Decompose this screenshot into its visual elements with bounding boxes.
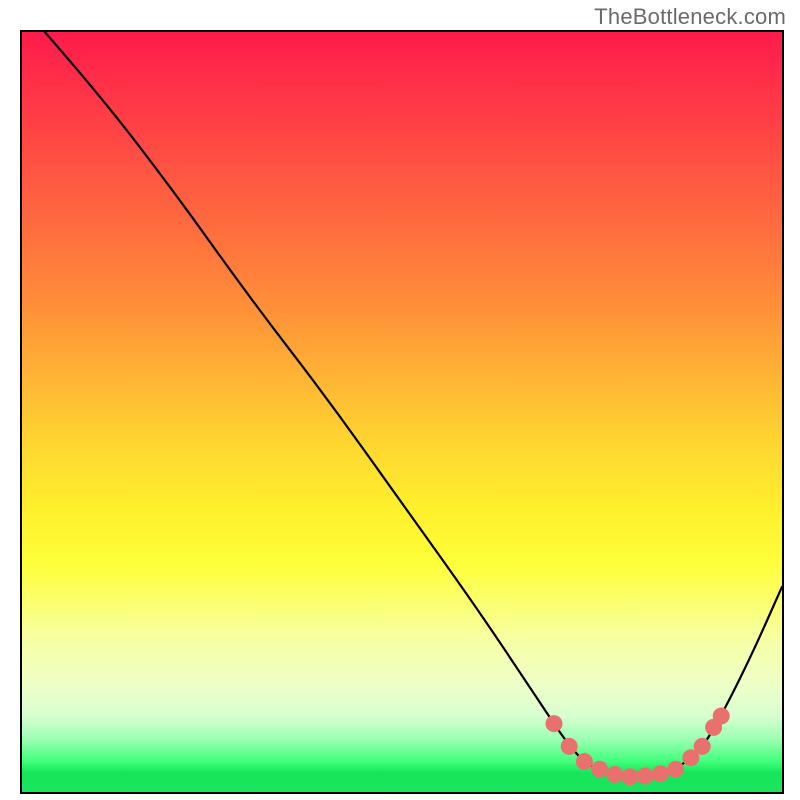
chart-svg [22, 32, 782, 792]
plot-frame [20, 30, 784, 794]
highlight-marker [637, 768, 654, 785]
highlight-marker [606, 766, 623, 783]
bottleneck-curve-line [45, 32, 782, 776]
highlight-marker [667, 761, 684, 778]
highlight-marker [713, 708, 730, 725]
watermark-label: TheBottleneck.com [594, 4, 786, 30]
highlight-marker [561, 738, 578, 755]
highlight-marker [546, 715, 563, 732]
highlight-marker [591, 761, 608, 778]
highlight-marker [694, 738, 711, 755]
highlight-marker [652, 765, 669, 782]
highlight-markers-group [546, 708, 730, 786]
chart-container: TheBottleneck.com [0, 0, 800, 800]
highlight-marker [576, 753, 593, 770]
highlight-marker [622, 768, 639, 785]
